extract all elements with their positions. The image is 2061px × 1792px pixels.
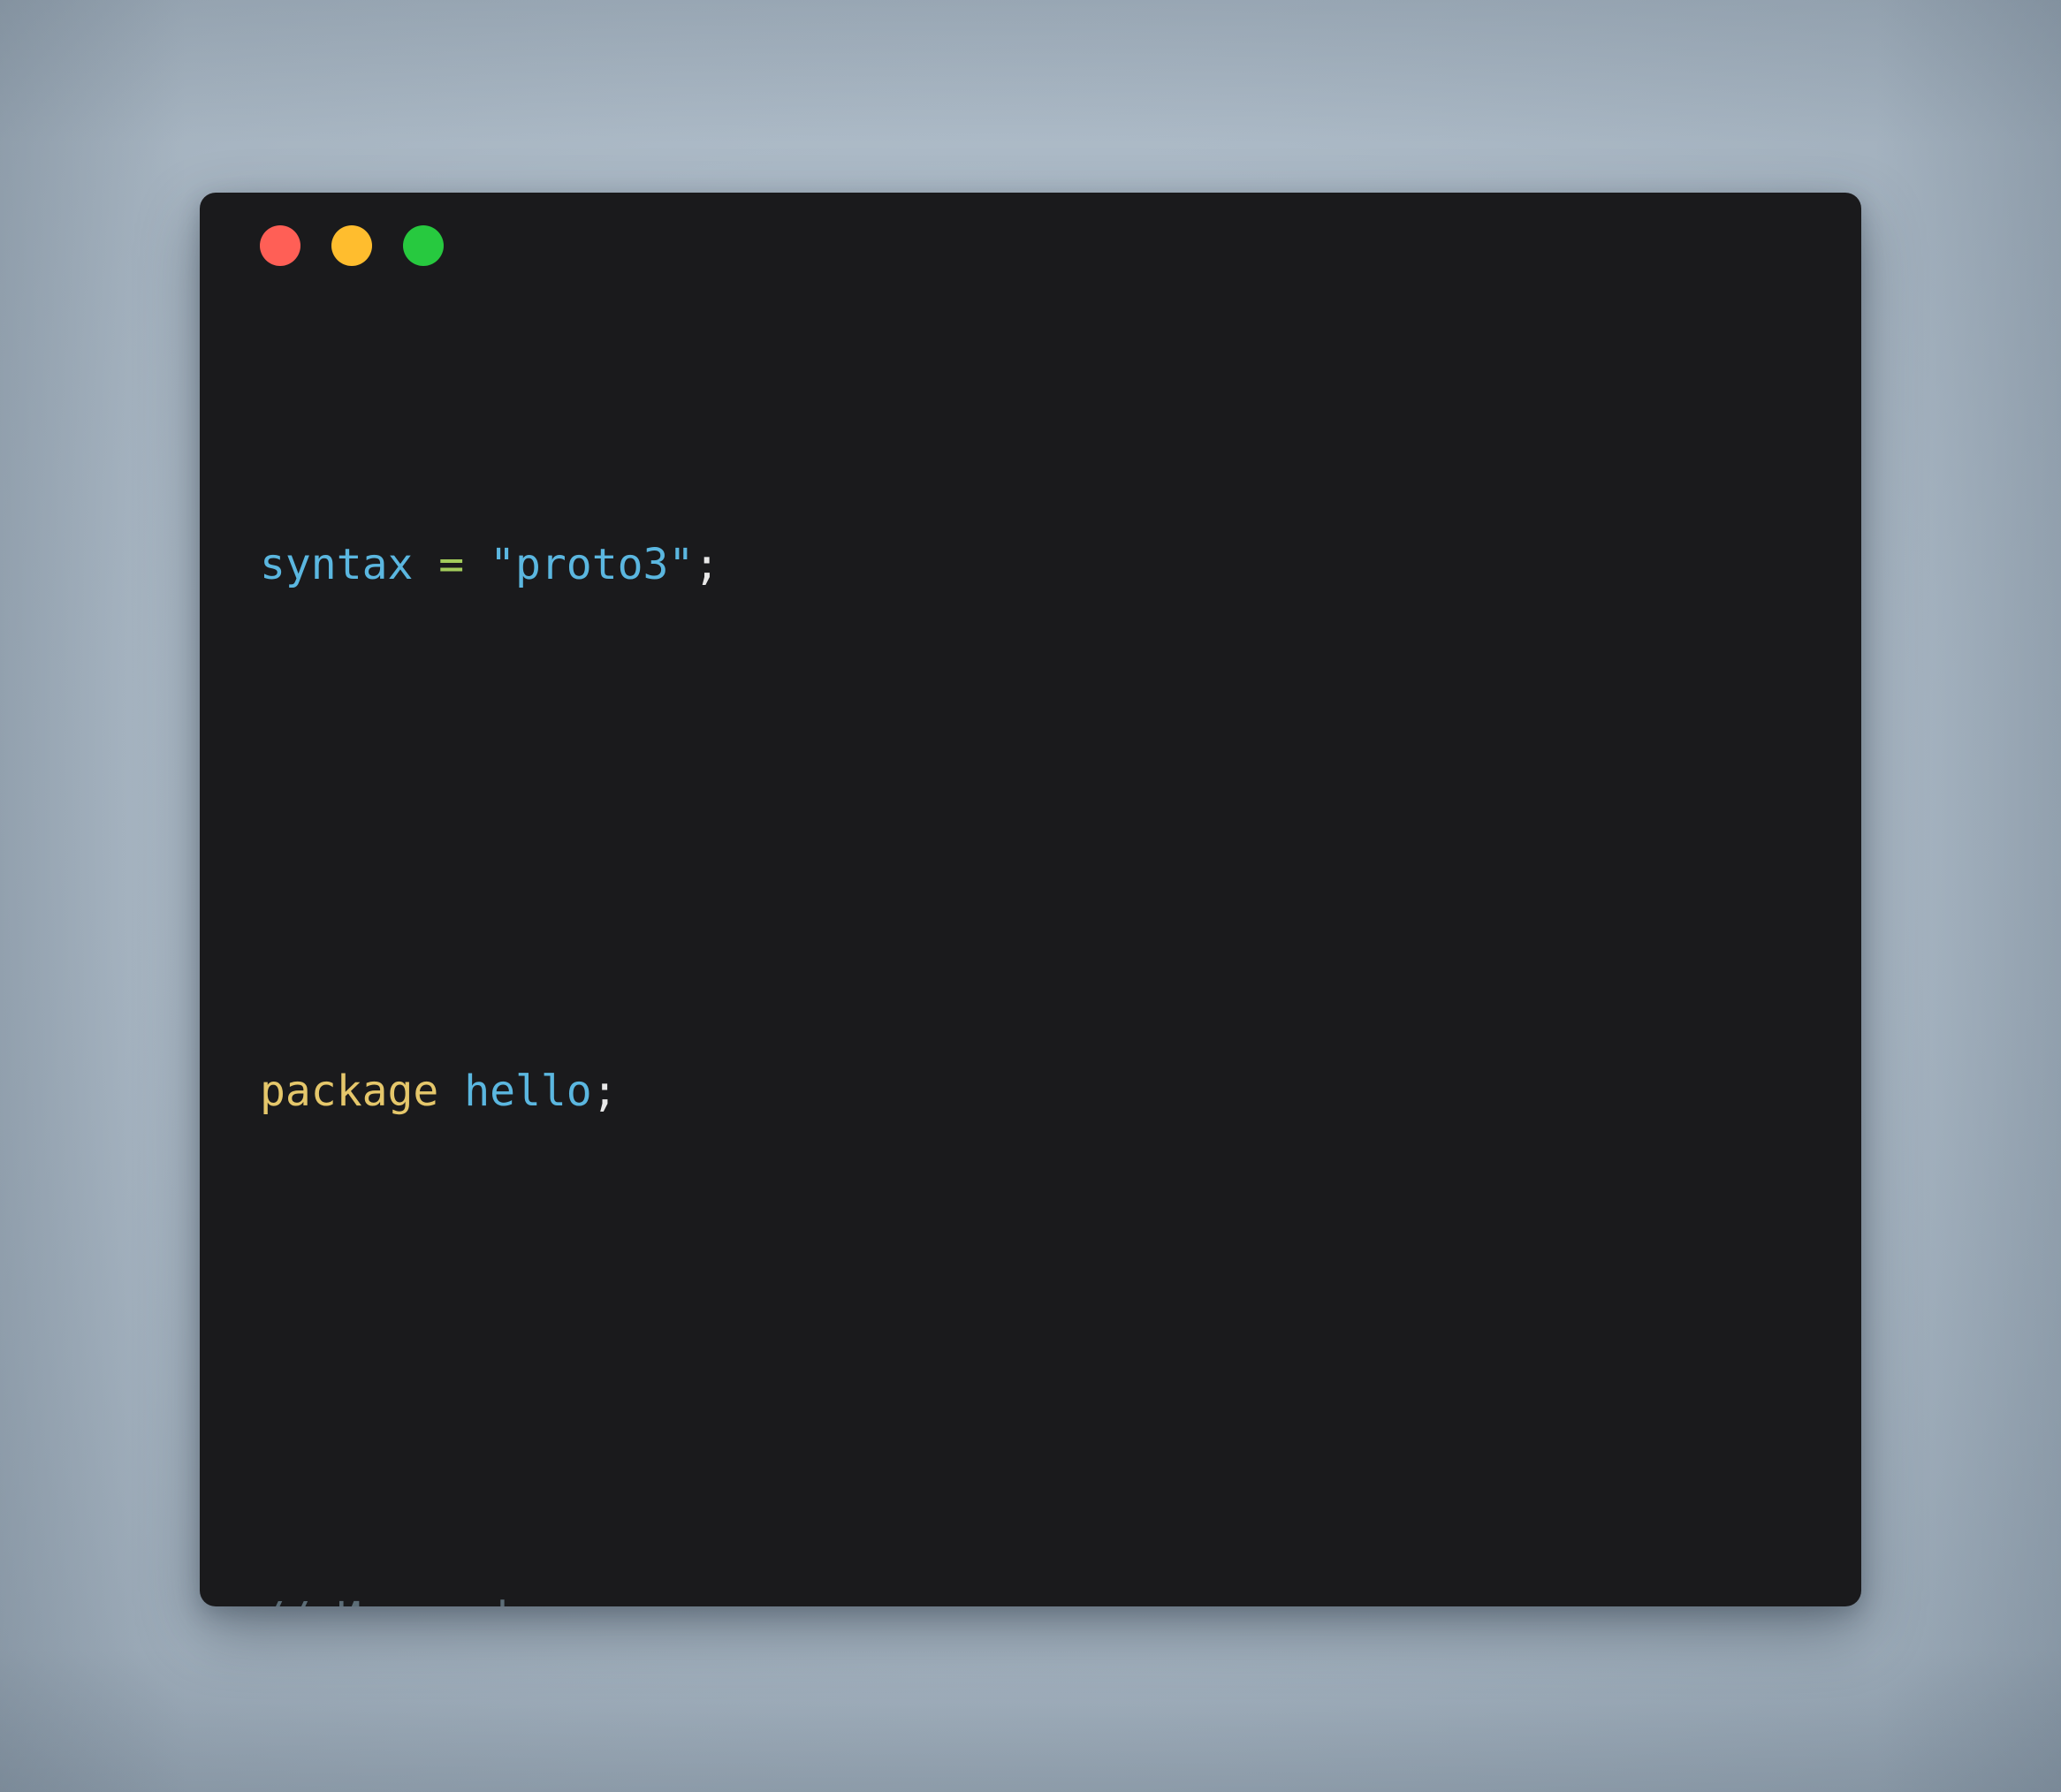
code-block[interactable]: syntax = "proto3"; package hello; // Иде… (260, 334, 1835, 1607)
code-line-2-blank (260, 795, 1835, 862)
token-syntax-keyword: syntax (260, 539, 414, 589)
token-proto-version-string: "proto3" (490, 539, 695, 589)
close-window-button[interactable] (260, 225, 300, 266)
token-package-name: hello (464, 1066, 592, 1116)
comment-service-identification: // Идентификация услуги (260, 1593, 848, 1607)
code-line-4-blank (260, 1322, 1835, 1388)
window-titlebar (200, 193, 1861, 299)
token-semicolon: ; (591, 1066, 618, 1116)
code-line-3: package hello; (260, 1059, 1835, 1125)
maximize-window-button[interactable] (403, 225, 444, 266)
token-equals: = (438, 539, 465, 589)
minimize-window-button[interactable] (331, 225, 372, 266)
code-line-1: syntax = "proto3"; (260, 532, 1835, 598)
code-line-5-comment: // Идентификация услуги (260, 1585, 1835, 1607)
code-window: syntax = "proto3"; package hello; // Иде… (200, 193, 1861, 1606)
token-semicolon: ; (694, 539, 720, 589)
token-package-keyword: package (260, 1066, 439, 1116)
